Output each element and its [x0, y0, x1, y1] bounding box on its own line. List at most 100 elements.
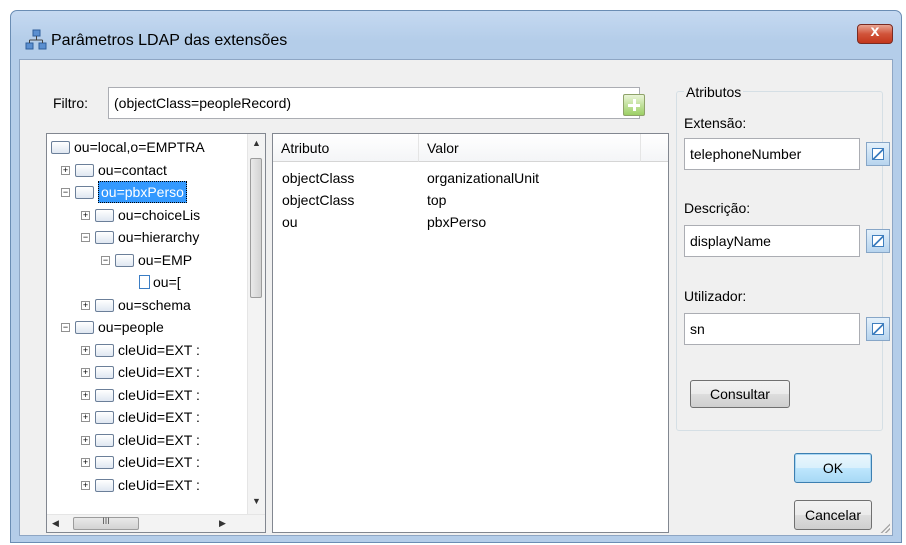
tree-hscroll-thumb[interactable]: III	[73, 516, 139, 530]
folder-icon	[75, 321, 94, 334]
scroll-right-icon[interactable]: ▶	[219, 518, 226, 529]
tree-node-label: ou=hierarchy	[118, 229, 200, 245]
column-header-attribute[interactable]: Atributo	[273, 134, 419, 162]
tree-node[interactable]: + ou=choiceLis	[47, 205, 247, 225]
folder-icon	[95, 478, 114, 492]
attribute-cell[interactable]: objectClass	[282, 170, 354, 186]
tree-node-label: cleUid=EXT :	[118, 364, 200, 380]
expand-icon[interactable]: +	[81, 390, 90, 400]
folder-icon	[95, 298, 114, 312]
expand-icon[interactable]: +	[81, 480, 90, 490]
expand-icon[interactable]: +	[61, 165, 70, 175]
collapse-icon[interactable]: −	[81, 233, 90, 242]
expand-icon[interactable]: +	[81, 368, 90, 377]
tree-node-label: ou=[	[153, 274, 181, 290]
tree-node-label: ou=EMP	[138, 251, 193, 268]
folder-icon	[95, 388, 114, 402]
value-cell[interactable]: top	[427, 192, 446, 208]
query-button[interactable]: Consultar	[690, 380, 790, 408]
collapse-icon[interactable]: −	[61, 188, 70, 197]
value-cell[interactable]: pbxPerso	[427, 214, 486, 230]
folder-icon	[51, 141, 70, 154]
tree-node[interactable]: ou=local,o=EMPTRA	[47, 137, 247, 157]
scroll-up-icon[interactable]: ▲	[252, 138, 261, 148]
description-field[interactable]: displayName	[684, 225, 860, 257]
user-label: Utilizador:	[684, 288, 747, 304]
extension-label: Extensão:	[684, 115, 747, 131]
column-header-filler	[641, 134, 668, 162]
extension-field[interactable]: telephoneNumber	[684, 138, 860, 170]
description-picker-button[interactable]	[866, 229, 890, 253]
ldap-params-dialog: Parâmetros LDAP das extensões x Filtro: …	[10, 10, 902, 543]
folder-icon	[115, 253, 134, 267]
expand-icon[interactable]: +	[81, 458, 90, 467]
tree-node[interactable]: + cleUid=EXT :	[47, 430, 247, 450]
tree-node[interactable]: + cleUid=EXT :	[47, 452, 247, 472]
folder-icon	[95, 231, 114, 244]
resize-grip[interactable]	[878, 521, 890, 533]
tree-node-label: cleUid=EXT :	[118, 409, 200, 425]
tree-node[interactable]: + cleUid=EXT :	[47, 362, 247, 382]
tree-node[interactable]: + ou=schema	[47, 295, 247, 315]
expand-icon[interactable]: +	[81, 345, 90, 355]
tree-vscroll-thumb[interactable]	[250, 158, 262, 298]
cancel-button[interactable]: Cancelar	[794, 500, 872, 530]
attributes-group-label: Atributos	[684, 84, 744, 100]
expand-icon[interactable]: +	[81, 435, 90, 445]
expand-icon[interactable]: +	[81, 210, 90, 220]
expand-icon[interactable]: +	[81, 300, 90, 310]
attribute-cell[interactable]: objectClass	[282, 192, 354, 208]
tree-node[interactable]: + ou=contact	[47, 160, 247, 180]
scroll-down-icon[interactable]: ▼	[252, 496, 261, 506]
tree-node[interactable]: − ou=pbxPerso	[47, 181, 247, 203]
expand-icon[interactable]: +	[81, 413, 90, 422]
network-tree-icon	[25, 29, 47, 50]
add-filter-button[interactable]	[623, 94, 645, 116]
ok-button[interactable]: OK	[794, 453, 872, 483]
tree-node[interactable]: + cleUid=EXT :	[47, 475, 247, 495]
window-title: Parâmetros LDAP das extensões	[51, 32, 288, 49]
tree-node-label: cleUid=EXT :	[118, 341, 200, 358]
tree-node-label: cleUid=EXT :	[118, 476, 200, 493]
tree-node-label: ou=local,o=EMPTRA	[74, 139, 205, 155]
tree-node-label: ou=people	[98, 319, 164, 335]
filter-input[interactable]: (objectClass=peopleRecord)	[108, 87, 640, 119]
value-cell[interactable]: organizationalUnit	[427, 170, 539, 186]
folder-icon	[95, 411, 114, 424]
folder-icon	[95, 433, 114, 447]
extension-picker-button[interactable]	[866, 142, 890, 166]
attribute-list-view[interactable]: Atributo Valor objectClass organizational…	[272, 133, 669, 533]
user-picker-button[interactable]	[866, 317, 890, 341]
ldap-tree-view[interactable]: ou=local,o=EMPTRA + ou=contact − ou=pbxPerso…	[46, 133, 266, 533]
folder-icon	[95, 343, 114, 357]
collapse-icon[interactable]: −	[61, 323, 70, 332]
attribute-cell[interactable]: ou	[282, 214, 298, 230]
user-field[interactable]: sn	[684, 313, 860, 345]
tree-horizontal-scrollbar[interactable]: ◀ III ▶	[47, 514, 265, 532]
title-bar[interactable]: Parâmetros LDAP das extensões x	[11, 11, 901, 59]
tree-node[interactable]: + cleUid=EXT :	[47, 340, 247, 360]
document-icon	[139, 275, 150, 289]
scroll-left-icon[interactable]: ◀	[52, 518, 59, 529]
tree-node-label: ou=schema	[118, 296, 191, 313]
tree-node[interactable]: ou=[	[47, 272, 247, 292]
tree-node-label: ou=contact	[98, 161, 167, 178]
collapse-icon[interactable]: −	[101, 255, 110, 265]
tree-vertical-scrollbar[interactable]: ▲ ▼	[247, 134, 265, 516]
tree-node[interactable]: + cleUid=EXT :	[47, 385, 247, 405]
tree-node-label: cleUid=EXT :	[118, 431, 200, 448]
tree-node[interactable]: − ou=hierarchy	[47, 227, 247, 247]
tree-node[interactable]: − ou=EMP	[47, 250, 247, 270]
close-button[interactable]: x	[857, 23, 893, 44]
tree-node[interactable]: − ou=people	[47, 317, 247, 337]
tree-node-label: ou=pbxPerso	[98, 181, 187, 203]
folder-icon	[95, 366, 114, 379]
tree-node-label: cleUid=EXT :	[118, 454, 200, 470]
dialog-client-area: Filtro: (objectClass=peopleRecord) ou=lo…	[19, 59, 893, 536]
tree-node-label: ou=choiceLis	[118, 206, 201, 223]
folder-icon	[75, 163, 94, 177]
tree-node-label: cleUid=EXT :	[118, 386, 200, 403]
grip-marks: III	[102, 516, 110, 526]
tree-node[interactable]: + cleUid=EXT :	[47, 407, 247, 427]
column-header-value[interactable]: Valor	[419, 134, 641, 162]
